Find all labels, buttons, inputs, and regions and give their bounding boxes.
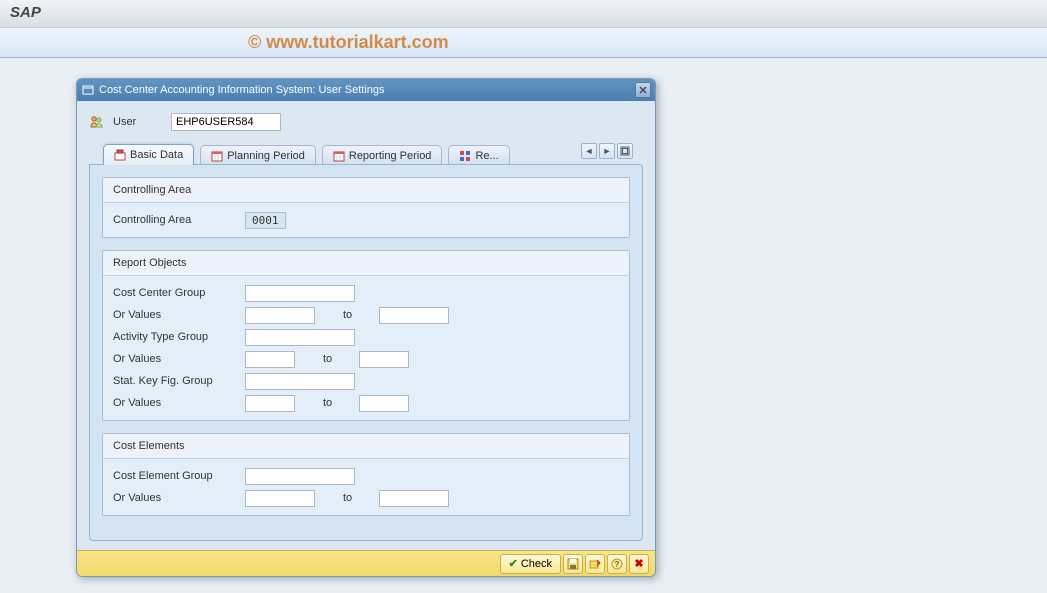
- app-titlebar: SAP: [0, 0, 1047, 28]
- basic-data-icon: [114, 149, 126, 161]
- stat-key-fig-to-input[interactable]: [359, 395, 409, 412]
- cancel-button[interactable]: ✖: [629, 554, 649, 574]
- cost-center-from-input[interactable]: [245, 307, 315, 324]
- tab-label: Planning Period: [227, 150, 305, 162]
- dialog-footer: ✔ Check ? ✖: [77, 550, 655, 576]
- field-row: Cost Center Group: [113, 282, 619, 304]
- tab-label: Basic Data: [130, 149, 183, 161]
- dialog-titlebar: Cost Center Accounting Information Syste…: [77, 79, 655, 101]
- tabstrip: Basic Data Planning Period Reporting Per…: [89, 143, 643, 165]
- stat-key-fig-from-input[interactable]: [245, 395, 295, 412]
- tab-reporting-period[interactable]: Reporting Period: [322, 145, 443, 165]
- controlling-area-label: Controlling Area: [113, 214, 245, 226]
- activity-type-from-input[interactable]: [245, 351, 295, 368]
- tab-list-button[interactable]: [617, 143, 633, 159]
- cancel-icon: ✖: [634, 557, 643, 570]
- tab-label: Re...: [475, 150, 498, 162]
- group-title: Controlling Area: [103, 178, 629, 203]
- calendar-icon: [211, 150, 223, 162]
- field-row: Stat. Key Fig. Group: [113, 370, 619, 392]
- help-button[interactable]: ?: [607, 554, 627, 574]
- group-controlling-area: Controlling Area Controlling Area 0001: [102, 177, 630, 238]
- group-cost-elements: Cost Elements Cost Element Group Or Valu…: [102, 433, 630, 516]
- or-values-label: Or Values: [113, 397, 245, 409]
- dialog-body: User Basic Data Planni: [77, 101, 655, 550]
- tab-basic-data[interactable]: Basic Data: [103, 144, 194, 165]
- tab-nav: ◄ ►: [581, 143, 633, 159]
- or-values-label: Or Values: [113, 309, 245, 321]
- dialog-close-button[interactable]: [635, 82, 651, 98]
- cost-element-group-input[interactable]: [245, 468, 355, 485]
- tab-panel-basic-data: Controlling Area Controlling Area 0001 R…: [89, 164, 643, 541]
- activity-type-group-label: Activity Type Group: [113, 331, 245, 343]
- cost-center-group-label: Cost Center Group: [113, 287, 245, 299]
- field-row: Or Values to: [113, 487, 619, 509]
- dialog-icon: [81, 83, 95, 97]
- dialog-user-settings: Cost Center Accounting Information Syste…: [76, 78, 656, 577]
- check-icon: ✔: [509, 557, 518, 570]
- or-values-label: Or Values: [113, 353, 245, 365]
- user-row: User: [89, 109, 643, 143]
- or-values-label: Or Values: [113, 492, 245, 504]
- svg-text:?: ?: [615, 560, 620, 569]
- tab-planning-period[interactable]: Planning Period: [200, 145, 316, 165]
- cost-center-to-input[interactable]: [379, 307, 449, 324]
- grid-icon: [459, 150, 471, 162]
- tab-label: Reporting Period: [349, 150, 432, 162]
- calendar-icon: [333, 150, 345, 162]
- cost-element-from-input[interactable]: [245, 490, 315, 507]
- folder-arrow-icon: [589, 558, 601, 570]
- stat-key-fig-group-input[interactable]: [245, 373, 355, 390]
- dialog-title: Cost Center Accounting Information Syste…: [99, 84, 385, 96]
- activity-type-group-input[interactable]: [245, 329, 355, 346]
- check-button[interactable]: ✔ Check: [500, 554, 561, 574]
- tab-scroll-left-button[interactable]: ◄: [581, 143, 597, 159]
- app-title: SAP: [10, 4, 41, 21]
- tab-scroll-right-button[interactable]: ►: [599, 143, 615, 159]
- to-label: to: [295, 353, 359, 365]
- controlling-area-value[interactable]: 0001: [245, 212, 286, 229]
- save-icon: [567, 558, 579, 570]
- field-row: Controlling Area 0001: [113, 209, 619, 231]
- activity-type-to-input[interactable]: [359, 351, 409, 368]
- check-label: Check: [521, 558, 552, 570]
- cost-center-group-input[interactable]: [245, 285, 355, 302]
- field-row: Cost Element Group: [113, 465, 619, 487]
- field-row: Or Values to: [113, 392, 619, 414]
- to-label: to: [295, 397, 359, 409]
- save-button[interactable]: [563, 554, 583, 574]
- group-report-objects: Report Objects Cost Center Group Or Valu…: [102, 250, 630, 421]
- canvas: Cost Center Accounting Information Syste…: [0, 58, 1047, 577]
- field-row: Or Values to: [113, 348, 619, 370]
- tab-re[interactable]: Re...: [448, 145, 509, 165]
- field-row: Or Values to: [113, 304, 619, 326]
- user-icon: [89, 115, 103, 129]
- watermark: www.tutorialkart.com: [248, 32, 449, 53]
- to-label: to: [315, 492, 379, 504]
- to-label: to: [315, 309, 379, 321]
- delete-button[interactable]: [585, 554, 605, 574]
- user-label: User: [113, 116, 161, 128]
- field-row: Activity Type Group: [113, 326, 619, 348]
- question-icon: ?: [611, 558, 623, 570]
- group-title: Report Objects: [103, 251, 629, 276]
- stat-key-fig-group-label: Stat. Key Fig. Group: [113, 375, 245, 387]
- cost-element-to-input[interactable]: [379, 490, 449, 507]
- group-title: Cost Elements: [103, 434, 629, 459]
- cost-element-group-label: Cost Element Group: [113, 470, 245, 482]
- app-toolbar: [0, 28, 1047, 58]
- user-field[interactable]: [171, 113, 281, 131]
